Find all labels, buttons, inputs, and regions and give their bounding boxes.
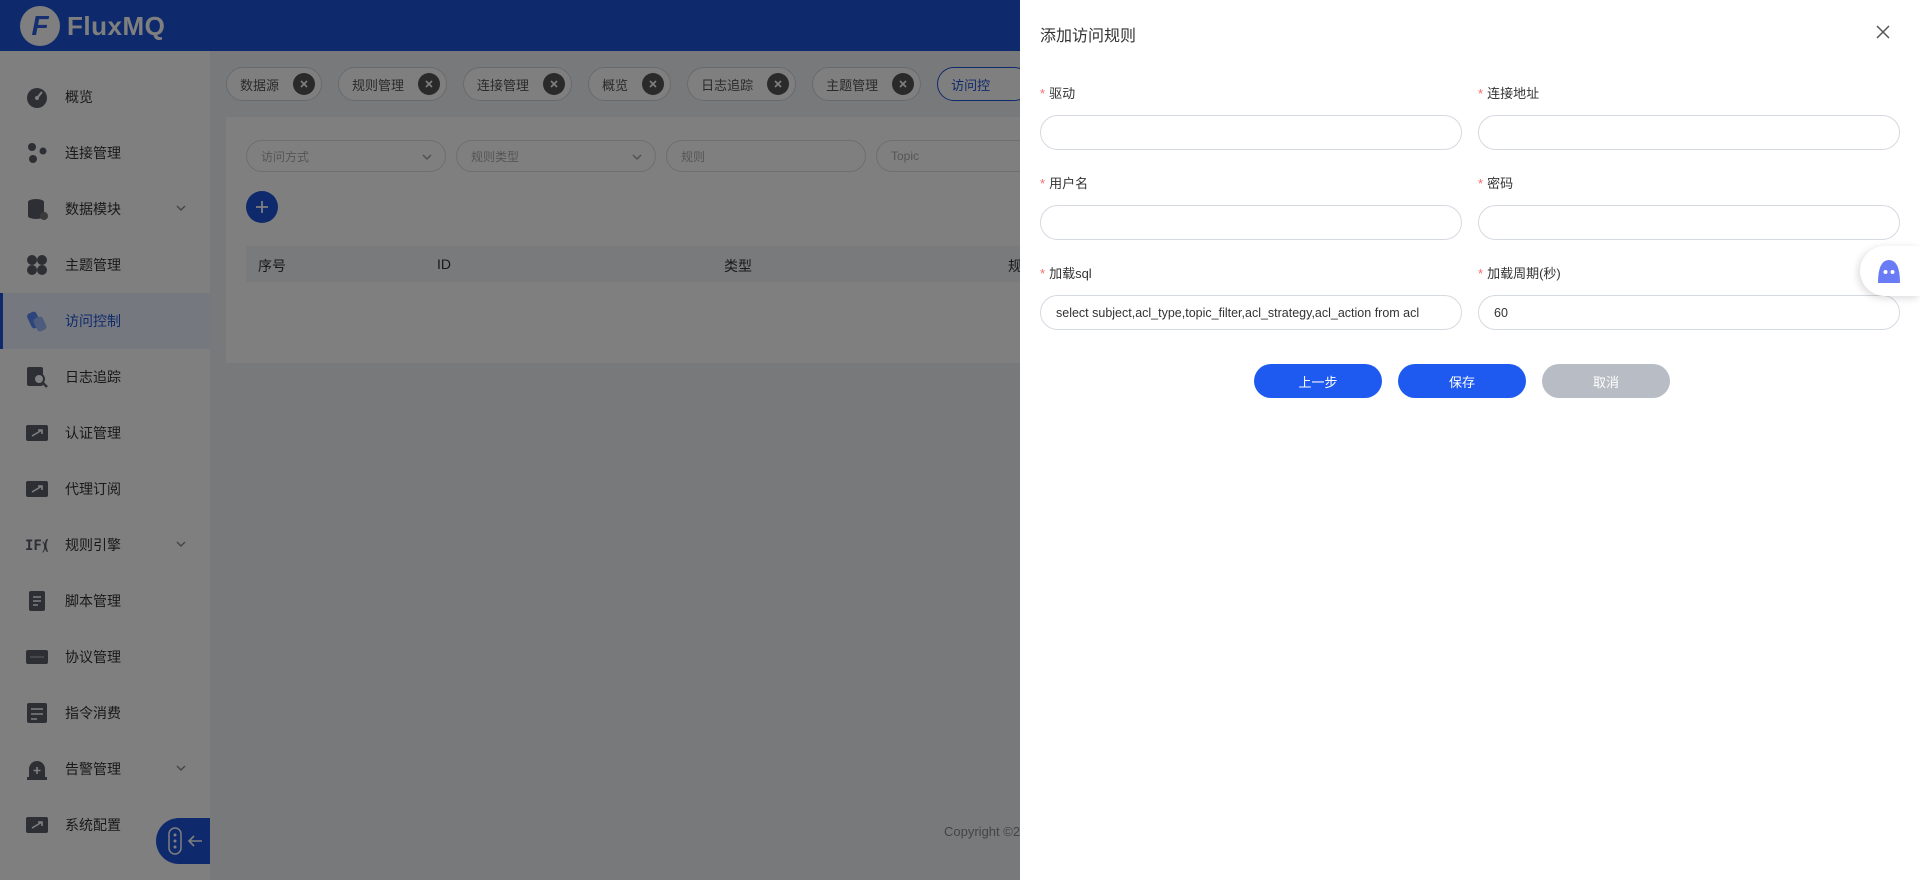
load-sql-label: * 加载sql xyxy=(1040,266,1092,281)
username-label: * 用户名 xyxy=(1040,176,1089,191)
driver-label: * 驱动 xyxy=(1040,86,1076,101)
username-input[interactable] xyxy=(1040,205,1462,240)
load-sql-input[interactable]: select subject,acl_type,topic_filter,acl… xyxy=(1040,295,1462,330)
close-icon[interactable] xyxy=(1875,24,1891,40)
assistant-button[interactable] xyxy=(1860,246,1920,296)
url-label: * 连接地址 xyxy=(1478,86,1540,101)
add-access-rule-drawer: 添加访问规则 * 驱动 * 连接地址 * 用户名 * 密码 * 加载sql select … xyxy=(1020,0,1920,880)
load-period-label: * 加载周期(秒) xyxy=(1478,266,1561,281)
save-button[interactable]: 保存 xyxy=(1398,364,1526,398)
password-label: * 密码 xyxy=(1478,176,1514,191)
password-input[interactable] xyxy=(1478,205,1900,240)
url-input[interactable] xyxy=(1478,115,1900,150)
load-period-input[interactable]: 60 xyxy=(1478,295,1900,330)
cancel-button[interactable]: 取消 xyxy=(1542,364,1670,398)
driver-input[interactable] xyxy=(1040,115,1462,150)
assistant-icon xyxy=(1878,260,1900,283)
drawer-title: 添加访问规则 xyxy=(1040,28,1137,45)
previous-step-button[interactable]: 上一步 xyxy=(1254,364,1382,398)
